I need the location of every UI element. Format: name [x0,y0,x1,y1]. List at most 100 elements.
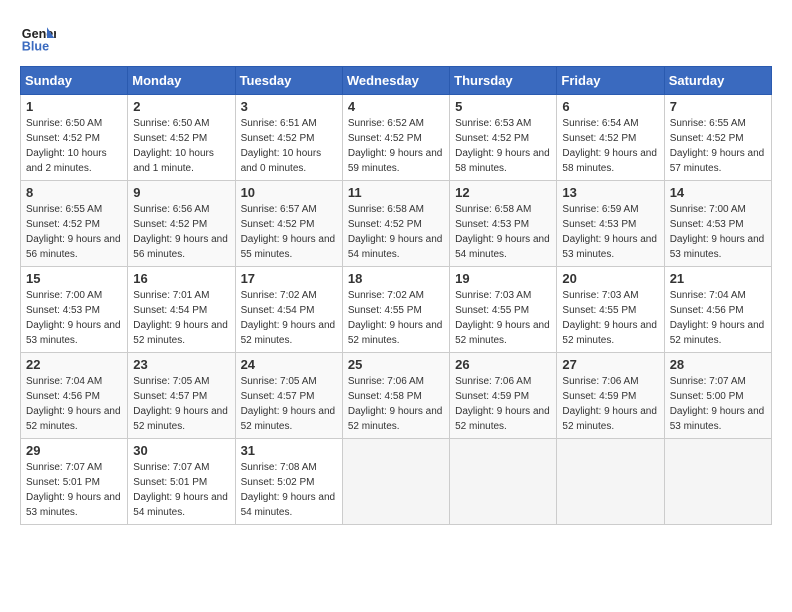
week-row-1: 1 Sunrise: 6:50 AM Sunset: 4:52 PM Dayli… [21,95,772,181]
day-info: Sunrise: 7:04 AM Sunset: 4:56 PM Dayligh… [26,374,122,434]
day-number: 10 [241,185,337,200]
day-number: 25 [348,357,444,372]
calendar-table: SundayMondayTuesdayWednesdayThursdayFrid… [20,66,772,525]
day-number: 14 [670,185,766,200]
day-info: Sunrise: 7:07 AM Sunset: 5:00 PM Dayligh… [670,374,766,434]
calendar-cell [557,439,664,525]
day-number: 17 [241,271,337,286]
day-info: Sunrise: 7:02 AM Sunset: 4:55 PM Dayligh… [348,288,444,348]
day-info: Sunrise: 6:53 AM Sunset: 4:52 PM Dayligh… [455,116,551,176]
day-number: 6 [562,99,658,114]
day-info: Sunrise: 6:54 AM Sunset: 4:52 PM Dayligh… [562,116,658,176]
calendar-cell: 7 Sunrise: 6:55 AM Sunset: 4:52 PM Dayli… [664,95,771,181]
calendar-cell: 22 Sunrise: 7:04 AM Sunset: 4:56 PM Dayl… [21,353,128,439]
calendar-cell: 13 Sunrise: 6:59 AM Sunset: 4:53 PM Dayl… [557,181,664,267]
day-info: Sunrise: 7:07 AM Sunset: 5:01 PM Dayligh… [26,460,122,520]
day-info: Sunrise: 7:00 AM Sunset: 4:53 PM Dayligh… [26,288,122,348]
day-number: 28 [670,357,766,372]
day-info: Sunrise: 6:57 AM Sunset: 4:52 PM Dayligh… [241,202,337,262]
calendar-cell [450,439,557,525]
day-number: 13 [562,185,658,200]
day-number: 9 [133,185,229,200]
day-info: Sunrise: 7:07 AM Sunset: 5:01 PM Dayligh… [133,460,229,520]
calendar-cell: 11 Sunrise: 6:58 AM Sunset: 4:52 PM Dayl… [342,181,449,267]
day-info: Sunrise: 7:00 AM Sunset: 4:53 PM Dayligh… [670,202,766,262]
day-info: Sunrise: 7:02 AM Sunset: 4:54 PM Dayligh… [241,288,337,348]
day-number: 1 [26,99,122,114]
day-number: 21 [670,271,766,286]
day-number: 15 [26,271,122,286]
week-row-3: 15 Sunrise: 7:00 AM Sunset: 4:53 PM Dayl… [21,267,772,353]
calendar-cell: 14 Sunrise: 7:00 AM Sunset: 4:53 PM Dayl… [664,181,771,267]
day-number: 7 [670,99,766,114]
calendar-cell: 1 Sunrise: 6:50 AM Sunset: 4:52 PM Dayli… [21,95,128,181]
calendar-cell: 17 Sunrise: 7:02 AM Sunset: 4:54 PM Dayl… [235,267,342,353]
day-number: 22 [26,357,122,372]
header: General Blue [20,20,772,56]
day-info: Sunrise: 7:06 AM Sunset: 4:58 PM Dayligh… [348,374,444,434]
calendar-cell [664,439,771,525]
calendar-cell: 12 Sunrise: 6:58 AM Sunset: 4:53 PM Dayl… [450,181,557,267]
calendar-cell: 19 Sunrise: 7:03 AM Sunset: 4:55 PM Dayl… [450,267,557,353]
day-number: 27 [562,357,658,372]
week-row-4: 22 Sunrise: 7:04 AM Sunset: 4:56 PM Dayl… [21,353,772,439]
day-info: Sunrise: 6:55 AM Sunset: 4:52 PM Dayligh… [670,116,766,176]
calendar-cell: 15 Sunrise: 7:00 AM Sunset: 4:53 PM Dayl… [21,267,128,353]
calendar-cell: 16 Sunrise: 7:01 AM Sunset: 4:54 PM Dayl… [128,267,235,353]
calendar-header-row: SundayMondayTuesdayWednesdayThursdayFrid… [21,67,772,95]
calendar-cell: 4 Sunrise: 6:52 AM Sunset: 4:52 PM Dayli… [342,95,449,181]
calendar-cell: 27 Sunrise: 7:06 AM Sunset: 4:59 PM Dayl… [557,353,664,439]
calendar-cell: 5 Sunrise: 6:53 AM Sunset: 4:52 PM Dayli… [450,95,557,181]
day-info: Sunrise: 6:50 AM Sunset: 4:52 PM Dayligh… [26,116,122,176]
calendar-cell: 28 Sunrise: 7:07 AM Sunset: 5:00 PM Dayl… [664,353,771,439]
logo: General Blue [20,20,56,56]
day-info: Sunrise: 6:59 AM Sunset: 4:53 PM Dayligh… [562,202,658,262]
day-number: 19 [455,271,551,286]
svg-text:Blue: Blue [22,40,49,54]
day-info: Sunrise: 6:55 AM Sunset: 4:52 PM Dayligh… [26,202,122,262]
day-number: 4 [348,99,444,114]
calendar-cell: 20 Sunrise: 7:03 AM Sunset: 4:55 PM Dayl… [557,267,664,353]
day-info: Sunrise: 7:04 AM Sunset: 4:56 PM Dayligh… [670,288,766,348]
logo-icon: General Blue [20,20,56,56]
day-number: 5 [455,99,551,114]
day-info: Sunrise: 6:58 AM Sunset: 4:52 PM Dayligh… [348,202,444,262]
day-info: Sunrise: 7:03 AM Sunset: 4:55 PM Dayligh… [455,288,551,348]
day-info: Sunrise: 6:50 AM Sunset: 4:52 PM Dayligh… [133,116,229,176]
day-info: Sunrise: 6:51 AM Sunset: 4:52 PM Dayligh… [241,116,337,176]
calendar-cell: 18 Sunrise: 7:02 AM Sunset: 4:55 PM Dayl… [342,267,449,353]
day-number: 26 [455,357,551,372]
day-number: 20 [562,271,658,286]
calendar-cell: 31 Sunrise: 7:08 AM Sunset: 5:02 PM Dayl… [235,439,342,525]
header-cell-tuesday: Tuesday [235,67,342,95]
day-info: Sunrise: 7:05 AM Sunset: 4:57 PM Dayligh… [133,374,229,434]
calendar-cell: 10 Sunrise: 6:57 AM Sunset: 4:52 PM Dayl… [235,181,342,267]
day-info: Sunrise: 7:05 AM Sunset: 4:57 PM Dayligh… [241,374,337,434]
calendar-cell [342,439,449,525]
day-info: Sunrise: 6:58 AM Sunset: 4:53 PM Dayligh… [455,202,551,262]
calendar-cell: 8 Sunrise: 6:55 AM Sunset: 4:52 PM Dayli… [21,181,128,267]
day-number: 12 [455,185,551,200]
header-cell-wednesday: Wednesday [342,67,449,95]
calendar-cell: 25 Sunrise: 7:06 AM Sunset: 4:58 PM Dayl… [342,353,449,439]
day-info: Sunrise: 7:06 AM Sunset: 4:59 PM Dayligh… [455,374,551,434]
calendar-cell: 23 Sunrise: 7:05 AM Sunset: 4:57 PM Dayl… [128,353,235,439]
day-number: 11 [348,185,444,200]
day-number: 23 [133,357,229,372]
header-cell-monday: Monday [128,67,235,95]
day-number: 8 [26,185,122,200]
calendar-cell: 21 Sunrise: 7:04 AM Sunset: 4:56 PM Dayl… [664,267,771,353]
calendar-cell: 26 Sunrise: 7:06 AM Sunset: 4:59 PM Dayl… [450,353,557,439]
day-number: 16 [133,271,229,286]
week-row-5: 29 Sunrise: 7:07 AM Sunset: 5:01 PM Dayl… [21,439,772,525]
calendar-cell: 2 Sunrise: 6:50 AM Sunset: 4:52 PM Dayli… [128,95,235,181]
day-info: Sunrise: 6:56 AM Sunset: 4:52 PM Dayligh… [133,202,229,262]
header-cell-saturday: Saturday [664,67,771,95]
day-number: 2 [133,99,229,114]
day-number: 3 [241,99,337,114]
header-cell-friday: Friday [557,67,664,95]
day-info: Sunrise: 6:52 AM Sunset: 4:52 PM Dayligh… [348,116,444,176]
calendar-cell: 3 Sunrise: 6:51 AM Sunset: 4:52 PM Dayli… [235,95,342,181]
header-cell-thursday: Thursday [450,67,557,95]
calendar-cell: 6 Sunrise: 6:54 AM Sunset: 4:52 PM Dayli… [557,95,664,181]
